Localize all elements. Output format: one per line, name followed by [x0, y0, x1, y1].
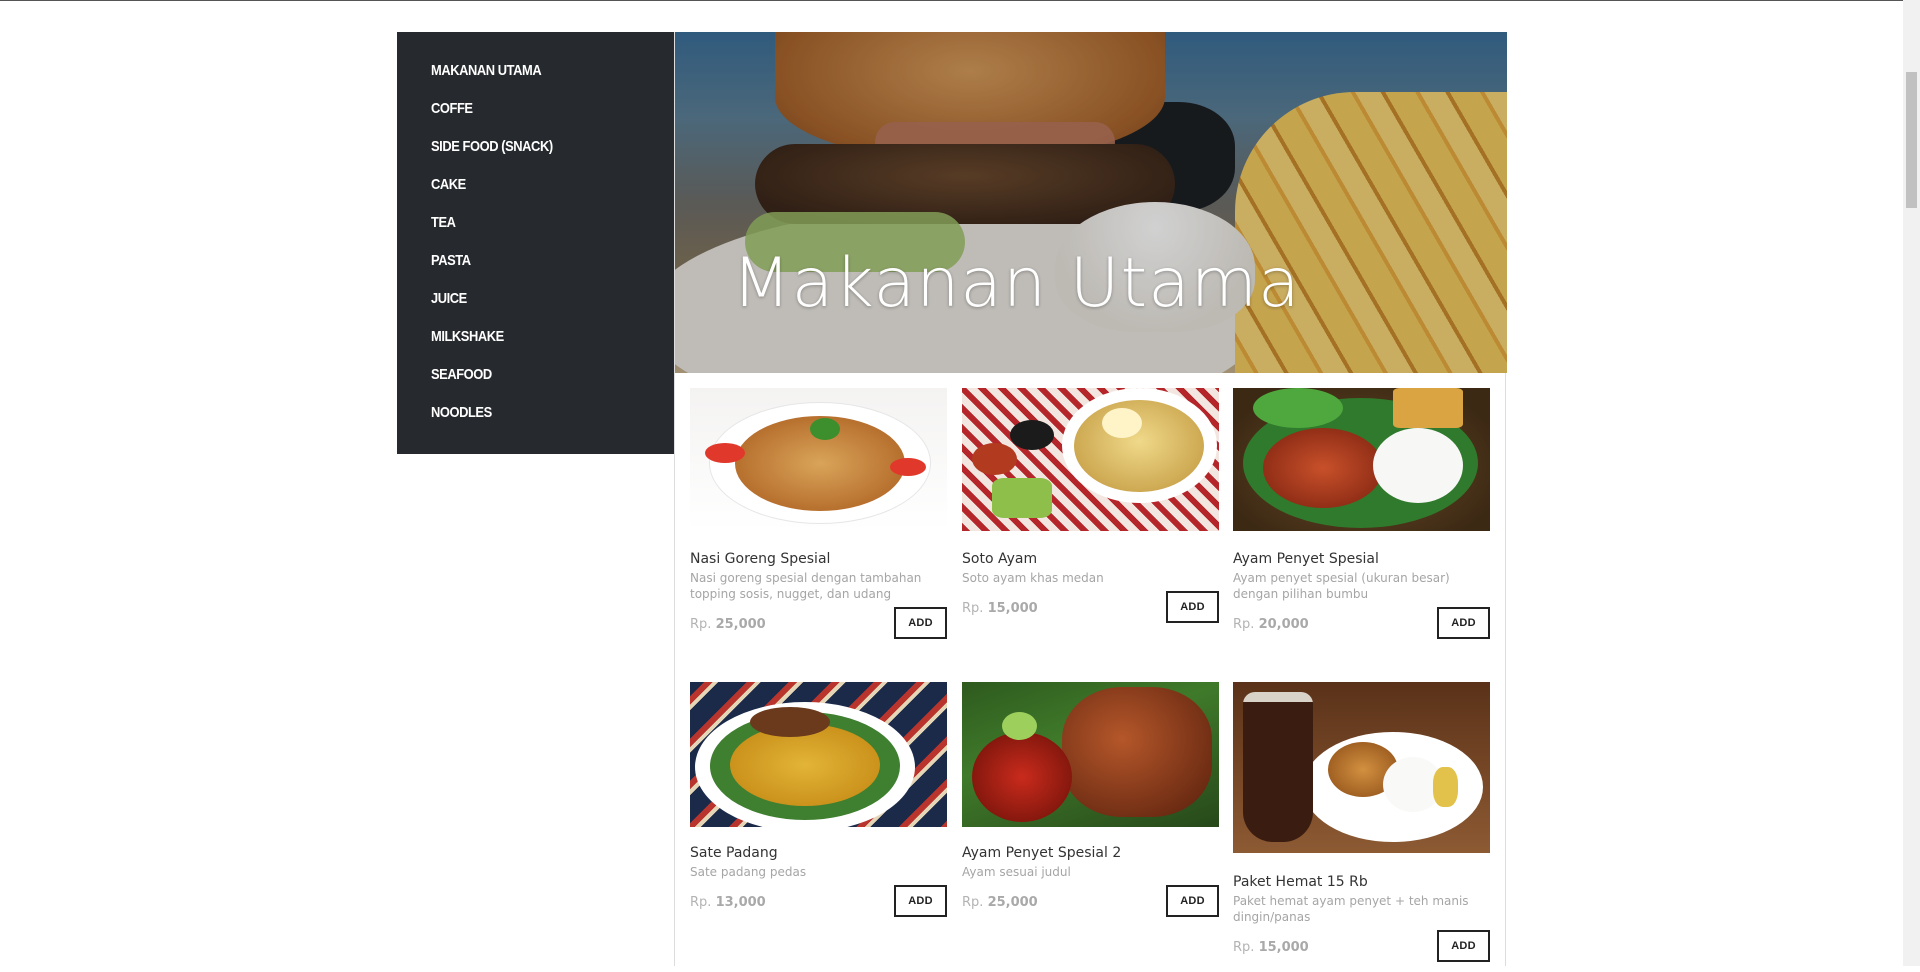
price-currency: Rp.: [690, 617, 712, 632]
price-currency: Rp.: [962, 601, 984, 616]
sidebar-item-seafood[interactable]: SEAFOOD: [431, 366, 492, 383]
product-description: Ayam sesuai judul: [962, 865, 1071, 879]
category-sidebar: MAKANAN UTAMA COFFE SIDE FOOD (SNACK) CA…: [397, 32, 674, 454]
product-description: Soto ayam khas medan: [962, 571, 1104, 585]
price-value: 25,000: [715, 617, 766, 632]
price-value: 25,000: [987, 895, 1038, 910]
product-card: Nasi Goreng Spesial Nasi goreng spesial …: [690, 388, 947, 650]
product-card: Ayam Penyet Spesial Ayam penyet spesial …: [1233, 388, 1490, 650]
product-description: Sate padang pedas: [690, 865, 807, 879]
add-to-cart-button[interactable]: ADD: [894, 885, 947, 917]
product-name: Sate Padang: [690, 845, 778, 861]
price-currency: Rp.: [1233, 617, 1255, 632]
product-name: Ayam Penyet Spesial: [1233, 551, 1379, 567]
sidebar-item-coffe[interactable]: COFFE: [431, 100, 473, 117]
product-image-paket-hemat[interactable]: [1233, 682, 1490, 853]
add-to-cart-button[interactable]: ADD: [1437, 930, 1490, 962]
product-name: Paket Hemat 15 Rb: [1233, 874, 1368, 890]
sidebar-item-juice[interactable]: JUICE: [431, 290, 467, 307]
sidebar-item-pasta[interactable]: PASTA: [431, 252, 471, 269]
product-price: Rp. 20,000: [1233, 617, 1309, 632]
product-image-soto-ayam[interactable]: [962, 388, 1219, 531]
product-price: Rp. 15,000: [962, 601, 1038, 616]
window-top-border: [0, 0, 1920, 1]
product-description: Ayam penyet spesial (ukuran besar) denga…: [1233, 571, 1450, 601]
hero-banner: Makanan Utama: [675, 32, 1507, 373]
price-currency: Rp.: [690, 895, 712, 910]
product-price: Rp. 25,000: [962, 895, 1038, 910]
product-name: Nasi Goreng Spesial: [690, 551, 831, 567]
price-value: 15,000: [1258, 940, 1309, 955]
add-to-cart-button[interactable]: ADD: [1437, 607, 1490, 639]
price-value: 20,000: [1258, 617, 1309, 632]
sidebar-item-side-food[interactable]: SIDE FOOD (SNACK): [431, 138, 553, 155]
menu-content: Makanan Utama Nasi Goreng Spesial Nasi g…: [674, 32, 1507, 966]
price-currency: Rp.: [1233, 940, 1255, 955]
product-name: Ayam Penyet Spesial 2: [962, 845, 1122, 861]
add-to-cart-button[interactable]: ADD: [894, 607, 947, 639]
sidebar-item-makanan-utama[interactable]: MAKANAN UTAMA: [431, 62, 542, 79]
product-image-sate-padang[interactable]: [690, 682, 947, 827]
add-to-cart-button[interactable]: ADD: [1166, 885, 1219, 917]
page-title: Makanan Utama: [732, 244, 1301, 323]
product-image-nasi-goreng[interactable]: [690, 388, 947, 531]
sidebar-item-cake[interactable]: CAKE: [431, 176, 466, 193]
add-to-cart-button[interactable]: ADD: [1166, 591, 1219, 623]
product-card: Paket Hemat 15 Rb Paket hemat ayam penye…: [1233, 682, 1490, 972]
product-image-ayam-penyet[interactable]: [1233, 388, 1490, 531]
product-card: Ayam Penyet Spesial 2 Ayam sesuai judul …: [962, 682, 1219, 944]
product-description: Paket hemat ayam penyet + teh manis ding…: [1233, 894, 1469, 924]
sidebar-item-tea[interactable]: TEA: [431, 214, 456, 231]
product-card: Soto Ayam Soto ayam khas medan Rp. 15,00…: [962, 388, 1219, 650]
scrollbar-thumb[interactable]: [1906, 72, 1917, 208]
price-value: 15,000: [987, 601, 1038, 616]
price-value: 13,000: [715, 895, 766, 910]
product-price: Rp. 25,000: [690, 617, 766, 632]
product-description: Nasi goreng spesial dengan tambahan topp…: [690, 571, 922, 601]
sidebar-item-noodles[interactable]: NOODLES: [431, 404, 492, 421]
product-card: Sate Padang Sate padang pedas Rp. 13,000…: [690, 682, 947, 944]
price-currency: Rp.: [962, 895, 984, 910]
sidebar-item-milkshake[interactable]: MILKSHAKE: [431, 328, 504, 345]
product-name: Soto Ayam: [962, 551, 1038, 567]
product-image-ayam-penyet-2[interactable]: [962, 682, 1219, 827]
product-price: Rp. 13,000: [690, 895, 766, 910]
product-price: Rp. 15,000: [1233, 940, 1309, 955]
